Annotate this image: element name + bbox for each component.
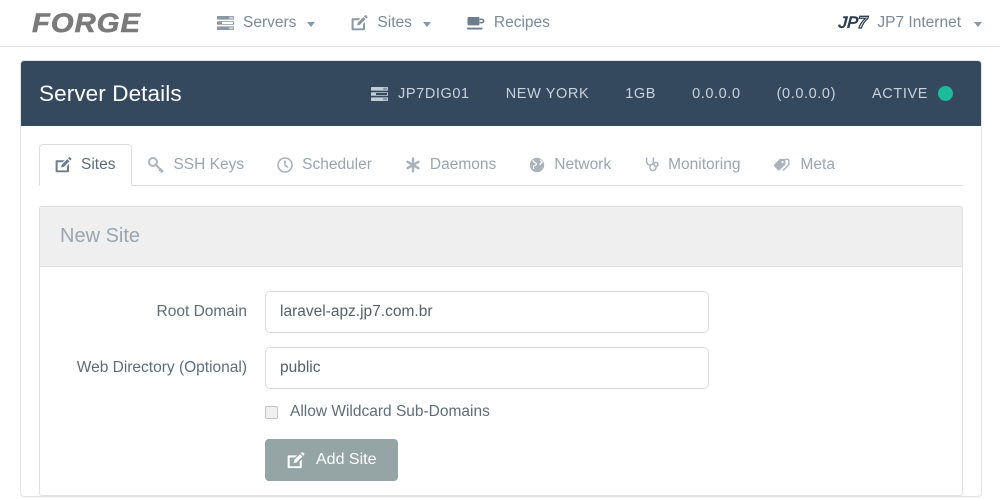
server-meta-bar: JP7DIG01 NEW YORK 1GB 0.0.0.0 (0.0.0.0) … bbox=[353, 86, 961, 102]
new-site-form: Root Domain Web Directory (Optional) bbox=[40, 267, 962, 481]
chevron-down-icon bbox=[307, 22, 316, 27]
tab-sites[interactable]: Sites bbox=[39, 144, 133, 186]
form-row-wildcard: Allow Wildcard Sub-Domains bbox=[40, 403, 962, 421]
tag-icon bbox=[773, 158, 791, 172]
server-details-panel: Server Details JP7DIG01 NEW YORK 1GB 0.0… bbox=[20, 60, 982, 497]
tab-label: Daemons bbox=[429, 156, 497, 173]
root-domain-label: Root Domain bbox=[156, 303, 247, 320]
nav-item-label: Servers bbox=[243, 14, 297, 31]
root-domain-input[interactable] bbox=[265, 291, 709, 333]
status-label: ACTIVE bbox=[872, 85, 928, 102]
server-stack-icon bbox=[217, 16, 235, 30]
key-icon bbox=[148, 157, 164, 173]
form-row-submit: Add Site bbox=[40, 439, 962, 481]
top-navbar: FORGE Servers Sites Recipes JP7 JP7 Inte… bbox=[0, 0, 1000, 47]
clock-icon bbox=[277, 157, 293, 173]
pencil-square-icon bbox=[287, 451, 305, 469]
account-name: JP7 Internet bbox=[877, 14, 961, 31]
nav-item-recipes[interactable]: Recipes bbox=[449, 0, 568, 46]
wildcard-checkbox[interactable] bbox=[265, 405, 278, 419]
new-site-heading: New Site bbox=[60, 225, 141, 247]
web-directory-input[interactable] bbox=[265, 347, 709, 389]
form-row-web-directory: Web Directory (Optional) bbox=[40, 347, 962, 389]
form-row-root-domain: Root Domain bbox=[40, 291, 962, 333]
nav-item-sites[interactable]: Sites bbox=[333, 0, 448, 46]
tab-daemons[interactable]: Daemons bbox=[389, 144, 513, 186]
server-region: NEW YORK bbox=[505, 85, 590, 102]
tab-network[interactable]: Network bbox=[513, 144, 628, 186]
chevron-down-icon bbox=[974, 22, 982, 27]
pencil-square-icon bbox=[351, 15, 368, 31]
page-title: Server Details bbox=[39, 80, 182, 106]
globe-icon bbox=[529, 157, 545, 173]
wildcard-label[interactable]: Allow Wildcard Sub-Domains bbox=[290, 403, 490, 421]
wildcard-field-wrap: Allow Wildcard Sub-Domains bbox=[265, 403, 962, 421]
forge-logo[interactable]: FORGE bbox=[32, 7, 141, 39]
account-menu[interactable]: JP7 JP7 Internet bbox=[837, 12, 982, 33]
jp7-logo: JP7 bbox=[837, 12, 868, 32]
status-badge: ACTIVE bbox=[854, 86, 961, 102]
nav-item-servers[interactable]: Servers bbox=[199, 0, 333, 46]
submit-field-wrap: Add Site bbox=[265, 439, 962, 481]
stethoscope-icon bbox=[644, 157, 659, 173]
panel-header: Server Details JP7DIG01 NEW YORK 1GB 0.0… bbox=[21, 61, 981, 126]
pencil-square-icon bbox=[55, 157, 72, 173]
tab-label: Sites bbox=[81, 156, 116, 173]
server-memory: 1GB bbox=[625, 85, 657, 102]
tab-meta[interactable]: Meta bbox=[757, 144, 851, 186]
tab-label: Monitoring bbox=[668, 156, 741, 173]
asterisk-icon bbox=[405, 157, 421, 173]
web-directory-label: Web Directory (Optional) bbox=[76, 359, 247, 376]
coffee-cup-icon bbox=[466, 16, 485, 31]
tab-content-sites: New Site Root Domain Web Directory (Opti… bbox=[21, 186, 981, 496]
add-site-button[interactable]: Add Site bbox=[265, 439, 399, 481]
add-site-button-label: Add Site bbox=[316, 451, 377, 468]
web-directory-field-wrap bbox=[265, 347, 962, 389]
chevron-down-icon bbox=[422, 22, 431, 27]
tab-label: Scheduler bbox=[302, 156, 372, 173]
wildcard-checkbox-group[interactable]: Allow Wildcard Sub-Domains bbox=[265, 403, 962, 421]
server-name-cell: JP7DIG01 bbox=[353, 86, 488, 102]
status-dot-icon bbox=[938, 86, 953, 101]
server-tabs: Sites SSH Keys Scheduler Daemons Network… bbox=[21, 126, 981, 186]
new-site-card: New Site Root Domain Web Directory (Opti… bbox=[39, 206, 963, 496]
tab-label: Network bbox=[554, 156, 612, 173]
server-private-ip: (0.0.0.0) bbox=[776, 85, 837, 102]
tab-scheduler[interactable]: Scheduler bbox=[261, 144, 389, 186]
tab-label: Meta bbox=[800, 156, 835, 173]
tab-monitoring[interactable]: Monitoring bbox=[628, 144, 757, 186]
server-name: JP7DIG01 bbox=[398, 85, 470, 102]
server-ip: 0.0.0.0 bbox=[692, 85, 741, 102]
primary-nav: Servers Sites Recipes bbox=[199, 0, 568, 46]
tab-ssh-keys[interactable]: SSH Keys bbox=[132, 144, 261, 186]
nav-item-label: Sites bbox=[377, 14, 412, 31]
root-domain-field-wrap bbox=[265, 291, 962, 333]
new-site-card-header: New Site bbox=[40, 207, 962, 267]
server-stack-icon bbox=[371, 86, 389, 101]
tab-label: SSH Keys bbox=[173, 156, 245, 173]
nav-item-label: Recipes bbox=[493, 14, 550, 31]
